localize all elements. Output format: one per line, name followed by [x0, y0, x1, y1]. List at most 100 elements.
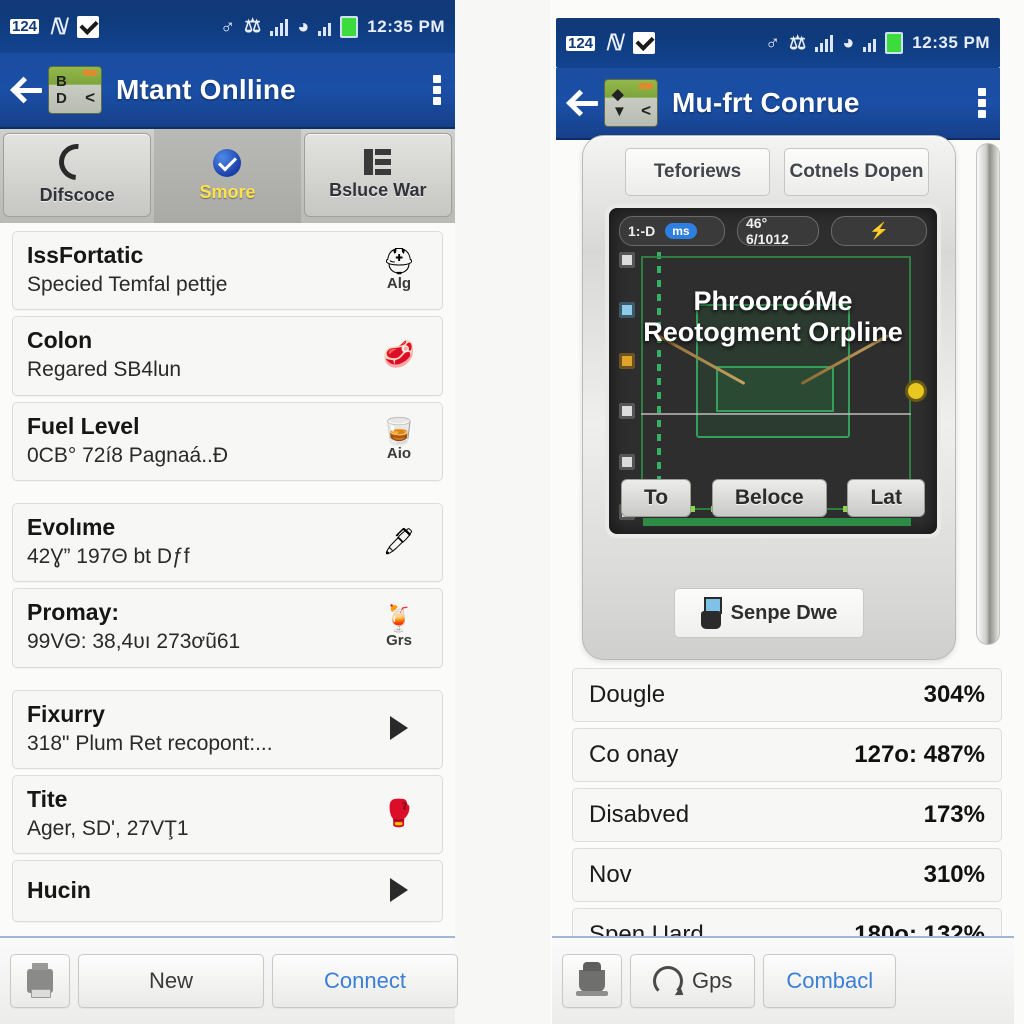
list-item[interactable]: Fuel Level 0CB° 72í8 Pagnaá..Ð 🥃 Aio [12, 401, 443, 481]
back-arrow-icon[interactable] [14, 77, 46, 103]
list-item-accessory [370, 878, 428, 903]
checkbox-icon [76, 15, 99, 38]
right-action-bar: ◆ ▼ < Mu-frt Conrue [556, 68, 1000, 140]
table-row[interactable]: Co onay 127o: 487% [572, 728, 1002, 782]
app-logo-letter-1: B [56, 73, 67, 90]
list-item-subtitle: 99VΘ: 38,4ᴜı 273ơũ61 [27, 630, 241, 654]
status-bar-left-icons: 124 ℕ [566, 32, 655, 54]
overflow-menu-icon[interactable] [433, 75, 441, 105]
tab-bsluce-war[interactable]: Bsluce War [303, 133, 452, 217]
status-bar-left-icons: 124 ℕ [10, 13, 99, 39]
pill-left-text: 1:-D [628, 223, 656, 239]
screen-pill-right: ⚡ [831, 216, 927, 246]
list-item-accessory: 🥊 [370, 800, 428, 827]
rail-icon-1 [619, 252, 635, 268]
list-item-title: Colon [27, 327, 93, 354]
hardhat-emoji-icon: ⛑ [382, 245, 416, 276]
list-item-subtitle: Specied Temfal pettje [27, 273, 228, 297]
screen-pill-left: 1:-D ms [619, 216, 725, 246]
list-item-accessory [370, 716, 428, 741]
stat-value: 127o: 487% [854, 741, 985, 768]
app-logo-letter-2: ▼ [612, 103, 627, 120]
device-body: Teforiews Cotnels Dopen 1:-D ms 46° 6/10… [582, 135, 956, 660]
list-item[interactable]: Hucin [12, 860, 443, 923]
gps-button[interactable]: Gps [630, 954, 756, 1008]
print-button[interactable] [10, 954, 70, 1008]
wifi-icon: ◕ [297, 15, 310, 38]
connect-button[interactable]: Connect [272, 954, 458, 1008]
location-pin-icon: ♂ [765, 32, 781, 54]
screen-message-line1: PhrooroóMe [693, 286, 853, 316]
sync-icon: ⚖ [789, 32, 807, 54]
sync-icon: ⚖ [244, 16, 262, 37]
signal-bars-icon [270, 18, 289, 36]
battery-icon [340, 15, 359, 38]
stat-label: Disabved [589, 801, 690, 828]
play-triangle-icon[interactable] [390, 716, 408, 741]
combacl-button[interactable]: Combacl [763, 954, 897, 1008]
stat-value: 310% [923, 861, 985, 888]
coffee-button[interactable] [562, 954, 622, 1008]
list-item[interactable]: Tite Ager, SDʹ, 27VŢ1 🥊 [12, 774, 443, 855]
location-pin-icon: ♂ [220, 15, 236, 38]
signal-bars-2-icon [318, 18, 332, 36]
activity-icon: ℕ [49, 13, 67, 39]
table-row[interactable]: Spen Uard 180o: 132% [572, 908, 1002, 936]
screenshot-canvas: 124 ℕ ♂ ⚖ ◕ 12:35 PM B D < Mtant Onlline… [0, 0, 1024, 1024]
list-item-text: Promay: 99VΘ: 38,4ᴜı 273ơũ61 [27, 599, 360, 654]
rail-icon-4 [619, 403, 635, 420]
new-button[interactable]: New [78, 954, 264, 1008]
horizon-line [641, 413, 911, 415]
screen-button-beloce[interactable]: Beloce [711, 479, 827, 517]
gps-button-label: Gps [692, 968, 733, 993]
status-bar-right-icons: ♂ ⚖ ◕ 12:35 PM [765, 32, 990, 54]
battery-icon [885, 32, 904, 54]
accessory-caption: Aio [386, 445, 412, 463]
right-bottom-bar: Gps Combacl [552, 936, 1014, 1024]
table-row[interactable]: Disabved 173% [572, 788, 1002, 842]
status-bar-right-icons: ♂ ⚖ ◕ 12:35 PM [220, 15, 445, 38]
table-row[interactable]: Nov 310% [572, 848, 1002, 902]
device-screen[interactable]: 1:-D ms 46° 6/1012 ⚡ PhrooroóMe Reotogme… [605, 204, 941, 538]
drinks-emoji-icon: 🥃 [382, 416, 416, 447]
screen-button-lat[interactable]: Lat [847, 479, 925, 517]
sim-badge-icon: 124 [10, 18, 40, 35]
marker-dot-icon [905, 380, 927, 402]
list-item-accessory: 🥃 Aio [370, 418, 428, 462]
device-tab-cotnels-dopen[interactable]: Cotnels Dopen [784, 148, 929, 196]
list-item-accessory: ⛑ Alg [370, 248, 428, 292]
app-logo-letter-1: ◆ [612, 86, 624, 103]
list-item[interactable]: Colon Regared SB4lun 🥩 [12, 316, 443, 396]
list-item[interactable]: Promay: 99VΘ: 38,4ᴜı 273ơũ61 🍹 Grs [12, 588, 443, 668]
device-side-button[interactable] [976, 143, 1000, 645]
printer-icon [27, 963, 53, 998]
smore-badge-icon [213, 149, 242, 177]
overflow-menu-icon[interactable] [978, 88, 986, 118]
table-row[interactable]: Dougle 304% [572, 668, 1002, 722]
list-item-text: Fuel Level 0CB° 72í8 Pagnaá..Ð [27, 413, 360, 468]
list-item-accessory: 🍹 Grs [370, 605, 428, 649]
tab-difscoce[interactable]: Difscoce [3, 133, 152, 217]
back-arrow-icon[interactable] [570, 90, 602, 116]
list-item[interactable]: Fixurry 318" Plum Ret recopont:... [12, 689, 443, 769]
list-item[interactable]: Evolıme 42Ɣ” 197Θ bt Dƒf 🖊 [12, 502, 443, 583]
list-item-subtitle: 0CB° 72í8 Pagnaá..Ð [27, 443, 229, 467]
left-card-list[interactable]: IssFortatic Specied Temfal pettje ⛑ Alg … [0, 223, 455, 936]
bars-icon [363, 149, 392, 175]
stat-list[interactable]: Dougle 304% Co onay 127o: 487% Disabved … [550, 668, 1024, 936]
screen-status-pills: 1:-D ms 46° 6/1012 ⚡ [619, 215, 927, 247]
app-logo-icon: B D < [48, 66, 102, 114]
screen-message: PhrooroóMe Reotogment Orpline [609, 286, 937, 349]
list-item[interactable]: IssFortatic Specied Temfal pettje ⛑ Alg [12, 231, 443, 311]
tab-smore[interactable]: Smore [154, 129, 301, 223]
tab-label: Difscoce [39, 185, 115, 205]
screen-button-to[interactable]: To [621, 479, 692, 517]
device-tab-teforiews[interactable]: Teforiews [625, 148, 770, 196]
stat-value: 173% [923, 801, 985, 828]
list-item-text: Tite Ager, SDʹ, 27VŢ1 [27, 786, 360, 841]
play-triangle-icon[interactable] [390, 878, 408, 903]
left-phone-panel: 124 ℕ ♂ ⚖ ◕ 12:35 PM B D < Mtant Onlline… [0, 0, 458, 1024]
device-tab-strip: Teforiews Cotnels Dopen [625, 148, 929, 196]
swipe-device-button[interactable]: Senpe Dwe [673, 588, 865, 638]
clock-label: 12:35 PM [367, 16, 445, 36]
